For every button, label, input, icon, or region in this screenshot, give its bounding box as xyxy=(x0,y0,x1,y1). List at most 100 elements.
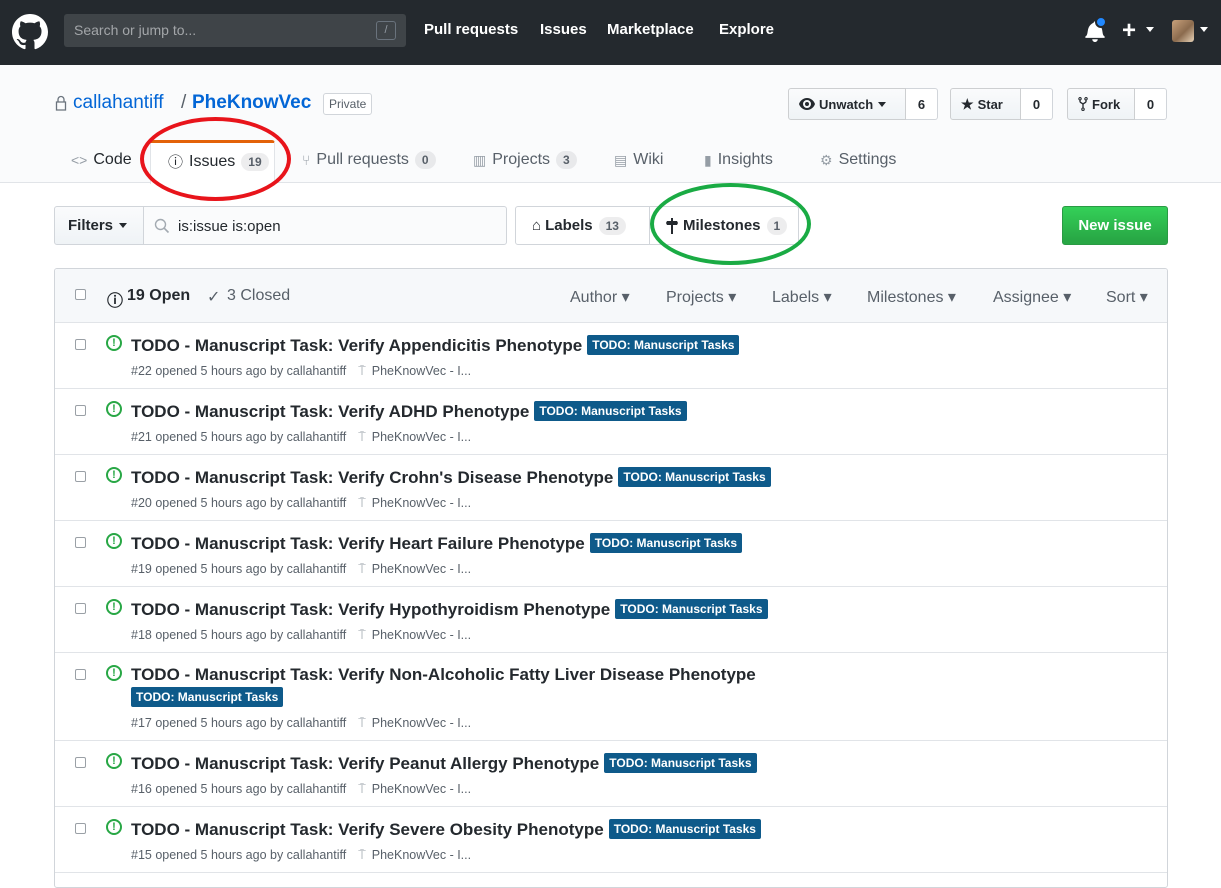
milestone-icon: ⍑ xyxy=(358,496,366,510)
plus-icon[interactable]: + xyxy=(1122,17,1136,45)
tab-insights[interactable]: ▮ Insights xyxy=(704,151,773,169)
issues-list-header: ⓘ 19 Open ✓ 3 Closed Author ▾ Projects ▾… xyxy=(55,269,1167,323)
milestones-filter[interactable]: Milestones ▾ xyxy=(867,287,956,307)
issue-title-link[interactable]: TODO - Manuscript Task: Verify Hypothyro… xyxy=(131,600,610,619)
closed-issues-toggle[interactable]: 3 Closed xyxy=(227,287,290,305)
tab-code[interactable]: <> Code xyxy=(71,151,132,169)
issue-milestone-link[interactable]: PheKnowVec - I... xyxy=(372,562,471,576)
issue-title-link[interactable]: TODO - Manuscript Task: Verify Severe Ob… xyxy=(131,820,604,839)
issue-milestone-link[interactable]: PheKnowVec - I... xyxy=(372,364,471,378)
repo-owner-link[interactable]: callahantiff xyxy=(73,92,164,114)
table-row[interactable]: ! TODO - Manuscript Task: Verify Peanut … xyxy=(55,741,1167,807)
table-row[interactable]: ! TODO - Manuscript Task: Verify ADHD Ph… xyxy=(55,389,1167,455)
issue-label[interactable]: TODO: Manuscript Tasks xyxy=(589,533,743,553)
star-button[interactable]: ★ Star xyxy=(950,88,1021,120)
tab-wiki[interactable]: ▤ Wiki xyxy=(614,151,663,169)
issue-milestone-link[interactable]: PheKnowVec - I... xyxy=(372,496,471,510)
issue-title-line: TODO - Manuscript Task: Verify Crohn's D… xyxy=(131,467,771,488)
issue-milestone-link[interactable]: PheKnowVec - I... xyxy=(372,628,471,642)
issue-title-line: TODO - Manuscript Task: Verify Peanut Al… xyxy=(131,753,757,774)
issue-opened-by: #21 opened 5 hours ago by callahantiff xyxy=(131,430,347,444)
table-row[interactable]: ! TODO - Manuscript Task: Verify Crohn's… xyxy=(55,455,1167,521)
new-issue-button[interactable]: New issue xyxy=(1062,206,1168,245)
issue-label[interactable]: TODO: Manuscript Tasks xyxy=(608,819,761,839)
tab-settings[interactable]: ⚙ Settings xyxy=(820,151,896,169)
issue-search-input[interactable]: is:issue is:open xyxy=(143,206,507,245)
fork-count[interactable]: 0 xyxy=(1135,88,1167,120)
issue-label[interactable]: TODO: Manuscript Tasks xyxy=(604,753,757,773)
issue-meta: #15 opened 5 hours ago by callahantiff ⍑ P… xyxy=(131,848,471,863)
issue-title-link[interactable]: TODO - Manuscript Task: Verify Non-Alcoh… xyxy=(131,665,756,684)
issue-title-line: TODO - Manuscript Task: Verify Heart Fai… xyxy=(131,533,743,554)
issue-checkbox[interactable] xyxy=(75,669,86,680)
open-issues-toggle[interactable]: 19 Open xyxy=(127,287,190,305)
issue-milestone-link[interactable]: PheKnowVec - I... xyxy=(372,782,471,796)
book-icon: ▤ xyxy=(614,151,628,168)
issue-opened-by: #18 opened 5 hours ago by callahantiff xyxy=(131,628,347,642)
nav-issues[interactable]: Issues xyxy=(540,21,587,38)
star-count[interactable]: 0 xyxy=(1021,88,1053,120)
issues-list: ⓘ 19 Open ✓ 3 Closed Author ▾ Projects ▾… xyxy=(54,268,1168,888)
labels-counter: 13 xyxy=(598,216,626,235)
issue-milestone-link[interactable]: PheKnowVec - I... xyxy=(372,430,471,444)
issue-checkbox[interactable] xyxy=(75,823,86,834)
star-icon: ★ xyxy=(961,95,974,112)
table-row[interactable]: ! TODO - Manuscript Task: Verify Severe … xyxy=(55,807,1167,873)
labels-filter[interactable]: Labels ▾ xyxy=(772,287,832,307)
tab-label: Insights xyxy=(717,151,773,168)
nav-marketplace[interactable]: Marketplace xyxy=(607,21,694,38)
issue-label[interactable]: TODO: Manuscript Tasks xyxy=(587,335,740,355)
issue-checkbox[interactable] xyxy=(75,471,86,482)
projects-filter[interactable]: Projects ▾ xyxy=(666,287,736,307)
tab-projects[interactable]: ▥ Projects 3 xyxy=(473,151,577,169)
assignee-filter-label: Assignee xyxy=(993,289,1059,306)
issue-title-link[interactable]: TODO - Manuscript Task: Verify Crohn's D… xyxy=(131,468,613,487)
select-all-checkbox[interactable] xyxy=(75,289,86,300)
caret-down-icon xyxy=(1200,27,1208,32)
assignee-filter[interactable]: Assignee ▾ xyxy=(993,287,1071,307)
issue-label[interactable]: TODO: Manuscript Tasks xyxy=(615,599,768,619)
tab-pull-requests[interactable]: ⑂ Pull requests 0 xyxy=(302,151,436,169)
issue-milestone-link[interactable]: PheKnowVec - I... xyxy=(372,848,471,862)
issue-checkbox[interactable] xyxy=(75,405,86,416)
nav-explore[interactable]: Explore xyxy=(719,21,774,38)
issue-title-line: TODO - Manuscript Task: Verify Non-Alcoh… xyxy=(131,665,756,685)
repo-name-link[interactable]: PheKnowVec xyxy=(192,92,311,114)
caret-down-icon xyxy=(878,101,887,107)
issue-label[interactable]: TODO: Manuscript Tasks xyxy=(618,467,771,487)
issue-label[interactable]: TODO: Manuscript Tasks xyxy=(131,687,284,707)
nav-pull-requests[interactable]: Pull requests xyxy=(424,21,518,38)
issue-meta: #22 opened 5 hours ago by callahantiff ⍑ P… xyxy=(131,364,471,379)
author-filter[interactable]: Author ▾ xyxy=(570,287,630,307)
issue-title-link[interactable]: TODO - Manuscript Task: Verify Heart Fai… xyxy=(131,534,585,553)
issue-title-link[interactable]: TODO - Manuscript Task: Verify Peanut Al… xyxy=(131,754,599,773)
issue-search-value: is:issue is:open xyxy=(178,218,281,235)
filters-button[interactable]: Filters xyxy=(54,206,144,245)
watch-count[interactable]: 6 xyxy=(906,88,938,120)
table-row[interactable]: ! TODO - Manuscript Task: Verify Appendi… xyxy=(55,323,1167,389)
github-logo-icon[interactable] xyxy=(12,14,48,50)
labels-button[interactable]: ⌂ Labels 13 xyxy=(515,206,650,245)
unwatch-button[interactable]: Unwatch xyxy=(788,88,906,120)
repo-forked-icon xyxy=(1078,97,1088,111)
issue-milestone-link[interactable]: PheKnowVec - I... xyxy=(372,716,471,730)
fork-button[interactable]: Fork xyxy=(1067,88,1135,120)
user-avatar[interactable] xyxy=(1172,20,1194,42)
issue-opened-by: #16 opened 5 hours ago by callahantiff xyxy=(131,782,347,796)
issue-checkbox[interactable] xyxy=(75,757,86,768)
graph-icon: ▮ xyxy=(704,151,712,168)
search-input[interactable]: Search or jump to... / xyxy=(64,14,406,47)
issue-checkbox[interactable] xyxy=(75,603,86,614)
issue-title-link[interactable]: TODO - Manuscript Task: Verify ADHD Phen… xyxy=(131,402,529,421)
issue-title-link[interactable]: TODO - Manuscript Task: Verify Appendici… xyxy=(131,336,582,355)
issue-opened-icon: ! xyxy=(106,335,122,351)
sort-filter[interactable]: Sort ▾ xyxy=(1106,287,1148,307)
issue-opened-by: #17 opened 5 hours ago by callahantiff xyxy=(131,716,347,730)
issue-label[interactable]: TODO: Manuscript Tasks xyxy=(534,401,687,421)
issue-label-line: TODO: Manuscript Tasks xyxy=(131,687,284,708)
issue-checkbox[interactable] xyxy=(75,537,86,548)
table-row[interactable]: ! TODO - Manuscript Task: Verify Hypothy… xyxy=(55,587,1167,653)
issue-checkbox[interactable] xyxy=(75,339,86,350)
table-row[interactable]: ! TODO - Manuscript Task: Verify Heart F… xyxy=(55,521,1167,587)
table-row[interactable]: ! TODO - Manuscript Task: Verify Non-Alc… xyxy=(55,653,1167,741)
